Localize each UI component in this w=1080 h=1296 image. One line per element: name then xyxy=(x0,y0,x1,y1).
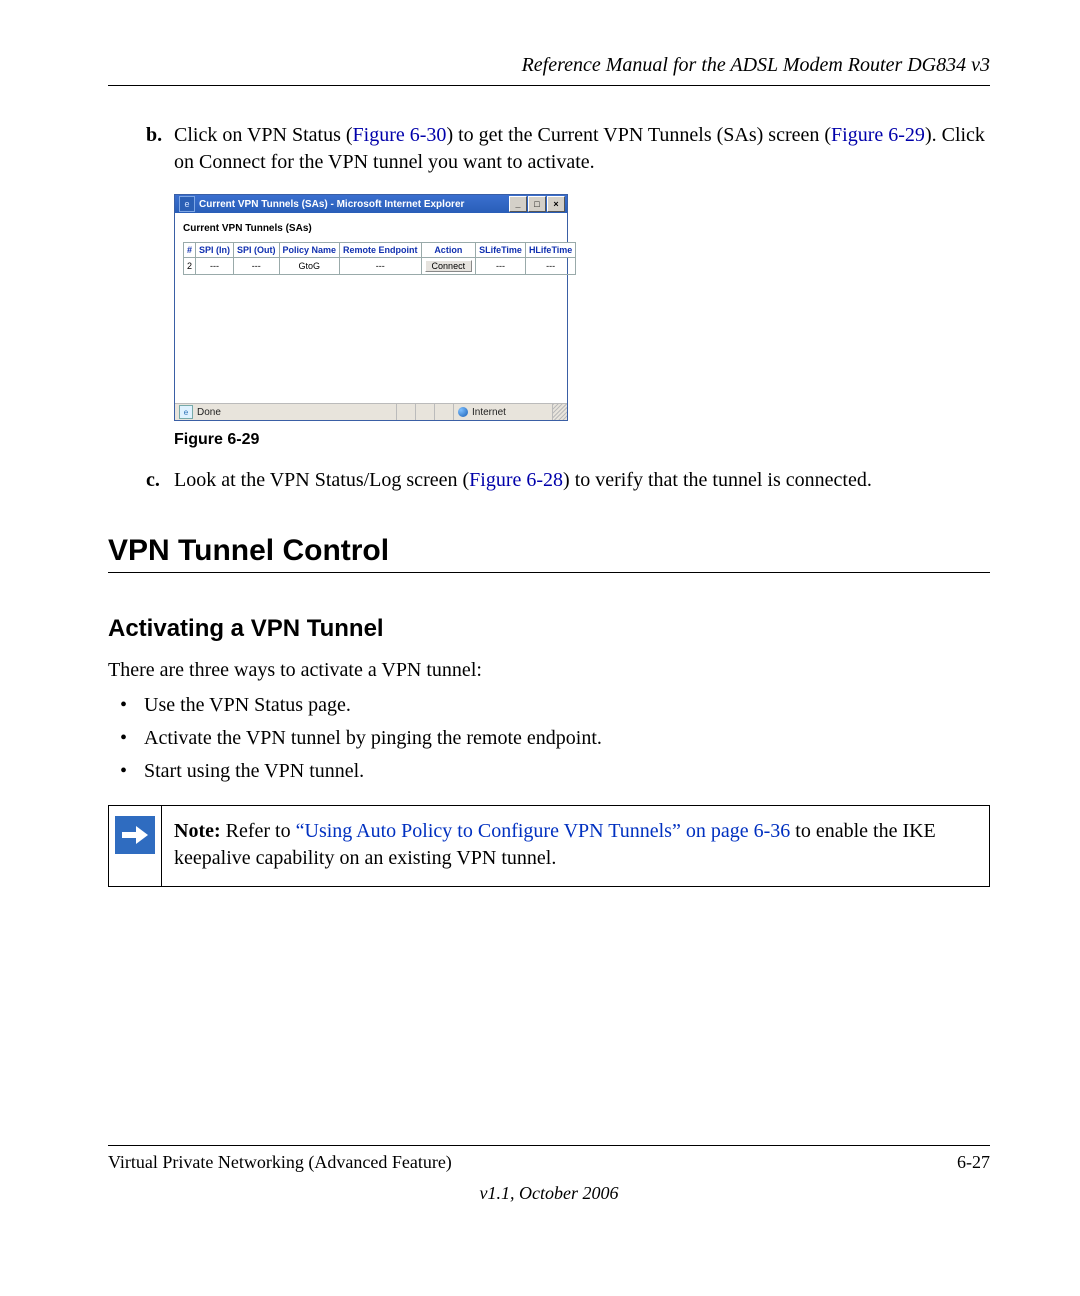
connect-button[interactable]: Connect xyxy=(425,260,473,272)
col-remote: Remote Endpoint xyxy=(340,243,422,258)
note-label: Note: xyxy=(174,820,221,842)
step-b-body: Click on VPN Status (Figure 6-30) to get… xyxy=(174,122,990,176)
footer-page-number: 6-27 xyxy=(957,1152,990,1173)
col-policy: Policy Name xyxy=(279,243,340,258)
vpn-tunnels-screenshot: e Current VPN Tunnels (SAs) - Microsoft … xyxy=(174,194,568,421)
close-button[interactable]: × xyxy=(547,196,565,212)
col-slife: SLifeTime xyxy=(476,243,526,258)
window-title-text: Current VPN Tunnels (SAs) - Microsoft In… xyxy=(199,199,464,210)
table-header-row: # SPI (In) SPI (Out) Policy Name Remote … xyxy=(184,243,576,258)
step-b: b. Click on VPN Status (Figure 6-30) to … xyxy=(146,122,990,176)
cell-remote: --- xyxy=(340,258,422,275)
section-heading: VPN Tunnel Control xyxy=(108,534,990,573)
subsection-heading: Activating a VPN Tunnel xyxy=(108,615,990,643)
cell-hlife: --- xyxy=(525,258,575,275)
col-spi-out: SPI (Out) xyxy=(234,243,280,258)
footer-version: v1.1, October 2006 xyxy=(108,1183,990,1204)
step-b-label: b. xyxy=(146,122,174,176)
cell-num: 2 xyxy=(184,258,196,275)
cell-spi-in: --- xyxy=(196,258,234,275)
footer-left: Virtual Private Networking (Advanced Fea… xyxy=(108,1152,452,1173)
step-b-t1: Click on VPN Status ( xyxy=(174,124,353,146)
header-rule xyxy=(108,85,990,86)
page-footer: Virtual Private Networking (Advanced Fea… xyxy=(108,1145,990,1204)
step-c-label: c. xyxy=(146,467,174,494)
note-before: Refer to xyxy=(221,820,296,842)
intro-paragraph: There are three ways to activate a VPN t… xyxy=(108,657,990,684)
col-spi-in: SPI (In) xyxy=(196,243,234,258)
step-c-body: Look at the VPN Status/Log screen (Figur… xyxy=(174,467,990,494)
col-hlife: HLifeTime xyxy=(525,243,575,258)
minimize-button[interactable]: _ xyxy=(509,196,527,212)
cell-action: Connect xyxy=(421,258,476,275)
figure-6-30-link[interactable]: Figure 6-30 xyxy=(353,124,447,146)
status-done-text: Done xyxy=(197,407,221,418)
status-zone-text: Internet xyxy=(472,407,506,418)
status-bar: e Done Internet xyxy=(175,403,567,420)
bullet-list: Use the VPN Status page. Activate the VP… xyxy=(108,692,990,785)
step-c: c. Look at the VPN Status/Log screen (Fi… xyxy=(146,467,990,494)
note-box: Note: Refer to “Using Auto Policy to Con… xyxy=(108,805,990,887)
list-item: Start using the VPN tunnel. xyxy=(108,758,990,785)
panel-heading: Current VPN Tunnels (SAs) xyxy=(183,223,559,234)
step-c-t1: Look at the VPN Status/Log screen ( xyxy=(174,469,469,491)
note-link[interactable]: “Using Auto Policy to Configure VPN Tunn… xyxy=(296,820,791,842)
figure-6-28-link[interactable]: Figure 6-28 xyxy=(469,469,563,491)
list-item: Activate the VPN tunnel by pinging the r… xyxy=(108,725,990,752)
list-item: Use the VPN Status page. xyxy=(108,692,990,719)
cell-slife: --- xyxy=(476,258,526,275)
footer-rule xyxy=(108,1145,990,1146)
resize-grip[interactable] xyxy=(553,404,567,420)
table-row: 2 --- --- GtoG --- Connect --- --- xyxy=(184,258,576,275)
vpn-tunnels-table: # SPI (In) SPI (Out) Policy Name Remote … xyxy=(183,242,576,275)
note-text: Note: Refer to “Using Auto Policy to Con… xyxy=(162,806,989,886)
window-titlebar: e Current VPN Tunnels (SAs) - Microsoft … xyxy=(175,195,567,213)
col-num: # xyxy=(184,243,196,258)
cell-spi-out: --- xyxy=(234,258,280,275)
ie-icon: e xyxy=(179,196,195,212)
col-action: Action xyxy=(421,243,476,258)
cell-policy: GtoG xyxy=(279,258,340,275)
step-c-t2: ) to verify that the tunnel is connected… xyxy=(563,469,872,491)
maximize-button[interactable]: □ xyxy=(528,196,546,212)
note-arrow-icon xyxy=(115,816,155,854)
step-b-t2: ) to get the Current VPN Tunnels (SAs) s… xyxy=(446,124,831,146)
figure-6-29-link[interactable]: Figure 6-29 xyxy=(831,124,925,146)
page-header: Reference Manual for the ADSL Modem Rout… xyxy=(108,54,990,77)
done-icon: e xyxy=(179,405,193,419)
internet-zone-icon xyxy=(458,407,468,417)
figure-caption: Figure 6-29 xyxy=(174,431,990,449)
